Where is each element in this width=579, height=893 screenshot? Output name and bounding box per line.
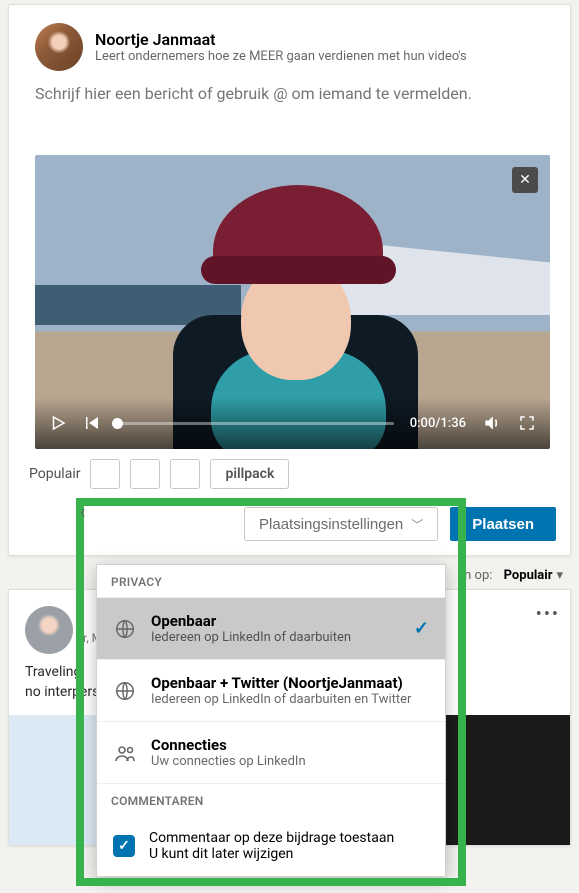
check-icon: ✓ xyxy=(414,618,429,639)
hashtag-chip[interactable] xyxy=(170,459,200,489)
video-time: 0:00/1:36 xyxy=(410,416,466,431)
post-button[interactable]: Plaatsen xyxy=(450,507,556,541)
composer-header: Noortje Janmaat Leert ondernemers hoe ze… xyxy=(9,5,570,79)
user-subtitle: Leert ondernemers hoe ze MEER gaan verdi… xyxy=(95,49,467,64)
video-attachment[interactable]: ✕ 0:00/1:36 xyxy=(35,155,550,449)
checkbox-checked-icon[interactable]: ✓ xyxy=(113,835,135,857)
fullscreen-icon[interactable] xyxy=(518,414,536,432)
popover-section-privacy: PRIVACY xyxy=(97,565,445,597)
people-icon xyxy=(113,741,137,765)
tag-prefix: Populair xyxy=(29,466,80,482)
feed-text-frag: Traveling xyxy=(25,664,81,680)
chevron-left-icon: ‹ xyxy=(80,502,85,523)
allow-comments-sub: U kunt dit later wijzigen xyxy=(149,846,394,862)
play-icon[interactable] xyxy=(49,414,67,432)
avatar[interactable] xyxy=(35,23,83,71)
privacy-option-title: Openbaar xyxy=(151,612,400,630)
hashtag-chip[interactable] xyxy=(90,459,120,489)
remove-video-button[interactable]: ✕ xyxy=(512,167,538,193)
chevron-down-icon: ﹀ xyxy=(411,516,423,533)
privacy-option-sub: Uw connecties op LinkedIn xyxy=(151,754,429,769)
hashtag-chip[interactable] xyxy=(130,459,160,489)
privacy-option-title: Openbaar + Twitter (NoortjeJanmaat) xyxy=(151,674,429,692)
hashtag-chip[interactable]: pillpack xyxy=(210,459,289,489)
post-settings-popover: PRIVACY Openbaar Iedereen op LinkedIn of… xyxy=(96,564,446,877)
video-progress[interactable] xyxy=(117,422,394,425)
post-composer: Noortje Janmaat Leert ondernemers hoe ze… xyxy=(8,4,571,556)
user-name: Noortje Janmaat xyxy=(95,30,467,49)
volume-icon[interactable] xyxy=(482,413,502,433)
compose-textarea[interactable]: Schrijf hier een bericht of gebruik @ om… xyxy=(9,79,570,155)
close-icon: ✕ xyxy=(519,172,531,188)
composer-footer: Plaatsingsinstellingen ﹀ Plaatsen xyxy=(9,489,570,541)
allow-comments-toggle[interactable]: ✓ Commentaar op deze bijdrage toestaan U… xyxy=(97,816,445,876)
skip-back-icon[interactable] xyxy=(83,414,101,432)
feed-text-frag: no interpers xyxy=(25,684,99,700)
caret-down-icon: ▾ xyxy=(556,568,563,583)
privacy-option-connections[interactable]: Connecties Uw connecties op LinkedIn xyxy=(97,721,445,783)
sort-prefix: n op: xyxy=(464,568,492,583)
post-settings-button[interactable]: Plaatsingsinstellingen ﹀ xyxy=(244,507,438,541)
video-controls: 0:00/1:36 xyxy=(35,397,550,449)
post-menu-icon[interactable]: ••• xyxy=(536,604,560,625)
user-lines: Noortje Janmaat Leert ondernemers hoe ze… xyxy=(95,30,467,64)
post-settings-label: Plaatsingsinstellingen xyxy=(259,516,403,533)
privacy-option-public-twitter[interactable]: Openbaar + Twitter (NoortjeJanmaat) Iede… xyxy=(97,659,445,721)
privacy-option-public[interactable]: Openbaar Iedereen op LinkedIn of daarbui… xyxy=(97,597,445,659)
privacy-option-title: Connecties xyxy=(151,736,429,754)
globe-icon xyxy=(113,617,137,641)
popover-section-comments: COMMENTAREN xyxy=(97,783,445,816)
privacy-option-sub: Iedereen op LinkedIn of daarbuiten en Tw… xyxy=(151,692,429,707)
privacy-option-sub: Iedereen op LinkedIn of daarbuiten xyxy=(151,630,400,645)
hashtag-suggestions: Populair pillpack xyxy=(9,459,570,489)
allow-comments-title: Commentaar op deze bijdrage toestaan xyxy=(149,830,394,846)
avatar[interactable] xyxy=(25,606,73,654)
sort-value: Populair xyxy=(504,568,553,583)
globe-icon xyxy=(113,679,137,703)
compose-placeholder: Schrijf hier een bericht of gebruik @ om… xyxy=(35,83,550,143)
